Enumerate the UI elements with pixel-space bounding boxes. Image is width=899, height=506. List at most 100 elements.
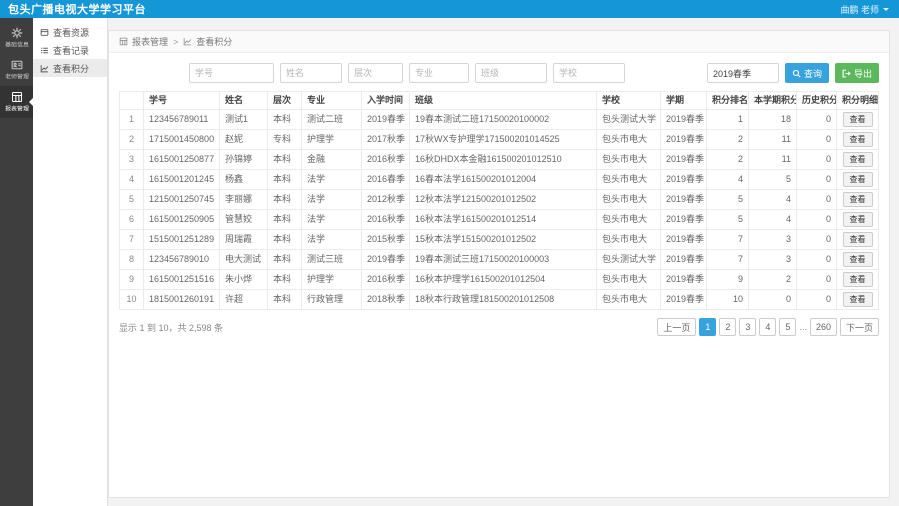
score-table: 学号姓名层次专业入学时间班级学校学期积分排名本学期积分历史积分积分明细 1123… [119, 91, 879, 310]
table-cell: 2 [120, 130, 144, 150]
table-cell: 专科 [268, 130, 302, 150]
table-cell: 2 [707, 150, 749, 170]
table-cell: 护理学 [302, 270, 362, 290]
table-cell: 杨鑫 [220, 170, 268, 190]
table-cell: 包头市电大 [597, 270, 661, 290]
pagination-last-button[interactable]: 260 [810, 318, 837, 336]
view-score-detail-button[interactable]: 查看 [843, 152, 873, 167]
table-cell: 7 [120, 230, 144, 250]
sidebar-item-basic-info[interactable]: 基础信息 [0, 22, 33, 54]
table-cell: 1715001450800 [144, 130, 220, 150]
table-cell: 7 [707, 250, 749, 270]
table-cell: 11 [749, 150, 797, 170]
breadcrumb-page: 查看积分 [196, 35, 232, 48]
table-cell: 包头市电大 [597, 230, 661, 250]
column-header: 本学期积分 [749, 92, 797, 110]
top-bar: 包头广播电视大学学习平台 曲鹏 老师 [0, 0, 899, 18]
table-footer: 显示 1 到 10，共 2,598 条 上一页 12345 ... 260 下一… [109, 310, 889, 344]
table-cell: 16秋DHDX本金融161500201012510 [410, 150, 597, 170]
chevron-down-icon [883, 8, 889, 14]
student-id-input[interactable] [189, 63, 274, 83]
submenu-item-view-scores[interactable]: 查看积分 [33, 59, 107, 77]
sidebar-item-label: 报表管理 [5, 104, 29, 113]
table-cell: 11 [749, 130, 797, 150]
table-cell: 123456789011 [144, 110, 220, 130]
breadcrumb-section[interactable]: 报表管理 [132, 35, 168, 48]
user-menu[interactable]: 曲鹏 老师 [840, 3, 889, 16]
view-score-detail-button[interactable]: 查看 [843, 172, 873, 187]
table-cell: 18秋本行政管理181500201012508 [410, 290, 597, 310]
table-cell: 0 [797, 210, 837, 230]
view-score-detail-button[interactable]: 查看 [843, 292, 873, 307]
table-cell-action: 查看 [837, 230, 879, 250]
level-input[interactable] [348, 63, 403, 83]
table-cell: 本科 [268, 250, 302, 270]
table-cell: 2019春季 [661, 110, 707, 130]
table-cell: 18 [749, 110, 797, 130]
name-input[interactable] [280, 63, 342, 83]
table-cell: 2019春季 [661, 290, 707, 310]
table-cell: 2019春季 [661, 210, 707, 230]
table-cell: 朱小烨 [220, 270, 268, 290]
pagination-next-button[interactable]: 下一页 [840, 318, 879, 336]
table-cell: 本科 [268, 170, 302, 190]
table-cell: 9 [707, 270, 749, 290]
export-button[interactable]: 导出 [835, 63, 879, 83]
table-cell: 7 [707, 230, 749, 250]
submenu-item-view-resources[interactable]: 查看资源 [33, 23, 107, 41]
resource-icon [40, 28, 49, 37]
app-title: 包头广播电视大学学习平台 [8, 1, 146, 17]
school-input[interactable] [553, 63, 625, 83]
pagination-pages: 12345 [699, 318, 796, 336]
table-cell: 2 [749, 270, 797, 290]
pagination-page-button[interactable]: 2 [719, 318, 736, 336]
table-row: 8123456789010电大测试本科测试三班2019春季19春本测试三班171… [120, 250, 879, 270]
view-score-detail-button[interactable]: 查看 [843, 272, 873, 287]
semester-input[interactable] [707, 63, 779, 83]
view-score-detail-button[interactable]: 查看 [843, 112, 873, 127]
submenu-item-label: 查看记录 [53, 44, 89, 57]
view-score-detail-button[interactable]: 查看 [843, 212, 873, 227]
table-cell: 3 [120, 150, 144, 170]
table-cell: 4 [707, 170, 749, 190]
pagination-page-button[interactable]: 1 [699, 318, 716, 336]
record-list-icon [40, 46, 49, 55]
table-cell: 2019春季 [661, 230, 707, 250]
table-cell: 15秋本法学151500201012502 [410, 230, 597, 250]
view-score-detail-button[interactable]: 查看 [843, 192, 873, 207]
table-cell-action: 查看 [837, 150, 879, 170]
table-cell: 本科 [268, 150, 302, 170]
major-input[interactable] [409, 63, 469, 83]
breadcrumb-separator: > [173, 37, 178, 47]
pagination-ellipsis: ... [799, 322, 807, 332]
table-header-row: 学号姓名层次专业入学时间班级学校学期积分排名本学期积分历史积分积分明细 [120, 92, 879, 110]
class-input[interactable] [475, 63, 547, 83]
sidebar-item-report-management[interactable]: 报表管理 [0, 86, 33, 118]
pagination-page-button[interactable]: 4 [759, 318, 776, 336]
export-icon [842, 69, 851, 78]
table-cell: 0 [749, 290, 797, 310]
pagination-prev-button[interactable]: 上一页 [657, 318, 696, 336]
table-cell: 2016秋季 [362, 210, 410, 230]
table-cell: 2019春季 [661, 170, 707, 190]
table-row: 71515001251289周瑞霞本科法学2015秋季15秋本法学1515002… [120, 230, 879, 250]
table-cell: 2015秋季 [362, 230, 410, 250]
table-cell-action: 查看 [837, 270, 879, 290]
sidebar-item-teacher-management[interactable]: 老师管理 [0, 54, 33, 86]
table-cell: 本科 [268, 290, 302, 310]
table-cell: 3 [749, 230, 797, 250]
pagination-page-button[interactable]: 3 [739, 318, 756, 336]
search-button[interactable]: 查询 [785, 63, 829, 83]
table-cell: 2012秋季 [362, 190, 410, 210]
table-cell: 4 [120, 170, 144, 190]
view-score-detail-button[interactable]: 查看 [843, 232, 873, 247]
table-cell: 1 [707, 110, 749, 130]
content-panel: 报表管理 > 查看积分 查询 [108, 30, 890, 498]
table-cell: 4 [749, 190, 797, 210]
submenu-item-view-records[interactable]: 查看记录 [33, 41, 107, 59]
pagination-page-button[interactable]: 5 [779, 318, 796, 336]
table-cell: 0 [797, 170, 837, 190]
view-score-detail-button[interactable]: 查看 [843, 252, 873, 267]
view-score-detail-button[interactable]: 查看 [843, 132, 873, 147]
table-cell-action: 查看 [837, 290, 879, 310]
